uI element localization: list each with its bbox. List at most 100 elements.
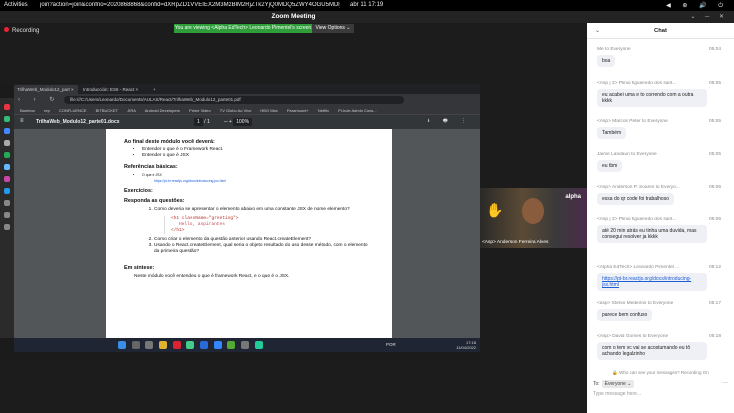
window-controls[interactable]: ⌄ ─ ✕ xyxy=(587,11,734,23)
pdf-page: Ao final deste módulo você deverá: Enten… xyxy=(106,129,392,338)
system-tray-icons[interactable]: ◀ ⊕ 🔊 ⏻ xyxy=(666,2,728,10)
menu-icon[interactable]: ≡ xyxy=(20,118,24,124)
file-explorer-icon[interactable] xyxy=(159,341,168,349)
chat-link[interactable]: https://pt-br.reactjs.org/docs/introduci… xyxy=(597,273,707,292)
bookmark-item[interactable]: Prime Video xyxy=(189,108,211,113)
chat-time: 05:06 xyxy=(708,217,721,222)
zoom-buttons[interactable]: ─ + xyxy=(224,119,232,125)
bookmark-item[interactable]: rep xyxy=(44,108,50,113)
chat-message: <Asp> David Gomes to Everyone 05:18 com o… xyxy=(597,334,721,361)
more-options-icon[interactable]: ··· xyxy=(722,380,728,386)
bookmark-item[interactable]: Bamboo xyxy=(20,108,35,113)
bookmark-item[interactable]: HBO Max xyxy=(260,108,277,113)
app-icon[interactable] xyxy=(213,341,222,349)
app-icon xyxy=(4,152,10,158)
to-label: To: xyxy=(593,381,600,387)
page-indicator: 1 / 1 xyxy=(194,118,210,126)
chat-bubble: Também xyxy=(597,127,627,140)
app-icon xyxy=(4,140,10,146)
chat-message: <Asp> Anderson P. Soares to Everyo... 05:… xyxy=(597,185,721,206)
keyboard-language[interactable]: POR xyxy=(386,342,396,347)
bookmark-item[interactable]: TV Globo Ao Vivo xyxy=(220,108,252,113)
chat-message: <Asp | 2> Plinio figueiredo dos sant... 0… xyxy=(597,217,721,244)
app-icon[interactable] xyxy=(241,341,250,349)
chat-message-meta: <Asp> David Gomes to Everyone 05:18 xyxy=(597,334,721,339)
code-block: <h1 className="greeting"> Hello, aspiran… xyxy=(164,215,374,234)
chat-time: 05:05 xyxy=(708,119,721,124)
chat-sender: <Asp> David Gomes to Everyone xyxy=(597,334,669,339)
activities-button[interactable]: Activities xyxy=(4,2,28,8)
doc-summary: Neste módulo você entendeu o que é frame… xyxy=(134,273,290,279)
page-total: / 1 xyxy=(204,119,210,125)
taskbar-clock[interactable]: 17:18 11/04/2022 xyxy=(456,340,476,350)
chat-bubble: até 20 min atrás eu tinha uma duvida, ma… xyxy=(597,225,707,244)
chat-message-meta: Jaime Landauri to Everyone 05:05 xyxy=(597,152,721,157)
chat-time: 05:05 xyxy=(708,81,721,86)
app-icon[interactable] xyxy=(172,341,181,349)
doc-heading: Em síntese: xyxy=(124,265,155,272)
shared-browser-window: TrilhaWeb_Modulo12_part × Introducción: … xyxy=(14,84,480,338)
bookmark-item[interactable]: Android Developers xyxy=(145,108,180,113)
chat-bubble: parece bem confuso xyxy=(597,309,653,322)
doc-question: Usando o React.createElement, qual seria… xyxy=(154,243,374,255)
recipient-dropdown[interactable]: Everyone ⌄ xyxy=(601,380,635,388)
chat-message: <Alpha EdTech> Leonardo Pimentel ... 05:1… xyxy=(597,265,721,292)
bookmark-item[interactable]: Netflix xyxy=(318,108,329,113)
view-options-button[interactable]: View Options ⌄ xyxy=(312,24,354,33)
bookmark-item[interactable]: Paramount+ xyxy=(287,108,309,113)
bookmark-item[interactable]: JIRA xyxy=(127,108,136,113)
zoom-level[interactable]: 100% xyxy=(233,118,253,126)
chat-time: 05:12 xyxy=(708,265,721,270)
new-tab-button[interactable]: + xyxy=(150,85,160,94)
chat-header: ⌄ Chat xyxy=(587,23,734,39)
app-icon[interactable] xyxy=(227,341,236,349)
participant-video[interactable]: ✋ alpha <Asp> Anderson Ferreira Alves xyxy=(480,188,587,248)
chat-sender: Jaime Landauri to Everyone xyxy=(597,152,657,157)
chat-message-meta: <Asp> Marcos Peter to Everyone 05:05 xyxy=(597,119,721,124)
chat-message: Jaime Landauri to Everyone 05:05 eu tbm xyxy=(597,152,721,173)
address-bar[interactable]: file:///C:/Users/Leonardo/Documents/AULA… xyxy=(64,96,404,104)
chat-bubble: eu tbm xyxy=(597,160,623,173)
chat-sender: <Alpha EdTech> Leonardo Pimentel ... xyxy=(597,265,680,270)
screen-share-banner: You are viewing <Alpha EdTech> Leonardo … xyxy=(174,24,312,33)
chat-message-meta: <Alpha EdTech> Leonardo Pimentel ... 05:1… xyxy=(597,265,721,270)
chat-time: 05:17 xyxy=(708,301,721,306)
chat-bubble: eu acabei uma e to correndo com a outra … xyxy=(597,89,707,108)
browser-icon[interactable] xyxy=(186,341,195,349)
browser-tab-react[interactable]: Introducción: ES6 - React × xyxy=(80,85,148,94)
windows-start-icon[interactable] xyxy=(118,341,126,349)
doc-question: Como deveria se apresentar o elemento ab… xyxy=(154,207,374,213)
app-icon[interactable] xyxy=(200,341,209,349)
chat-sender: <Asp | 2> Plinio figueiredo dos sant... xyxy=(597,217,677,222)
chat-message-meta: <Asp | 2> Plinio figueiredo dos sant... 0… xyxy=(597,81,721,86)
zoom-control: ─ + 100% xyxy=(224,118,253,126)
chat-message-meta: <Asp | 2> Plinio figueiredo dos sant... 0… xyxy=(597,217,721,222)
chat-sender: Me to Everyone xyxy=(597,47,631,52)
chat-message-input[interactable]: Type message here... xyxy=(591,389,730,399)
bookmark-item[interactable]: CONFLUENCE xyxy=(59,108,87,113)
chat-message-meta: <Asp> Anderson P. Soares to Everyo... 05:… xyxy=(597,185,721,190)
system-clock[interactable]: abr 11 17:19 xyxy=(350,2,383,8)
search-icon[interactable] xyxy=(131,341,140,349)
pdf-viewport[interactable]: Ao final deste módulo você deverá: Enten… xyxy=(14,129,480,338)
page-input[interactable]: 1 xyxy=(194,118,203,126)
chat-title: Chat xyxy=(654,28,667,34)
task-view-icon[interactable] xyxy=(145,341,154,349)
pdf-action-icons[interactable]: ⭳ 🖶 ⋮ xyxy=(428,118,472,126)
chat-message: Me to Everyone 05:04 boa xyxy=(597,47,721,68)
doc-reference-link[interactable]: https://pt-br.reactjs.org/docs/introduci… xyxy=(154,178,374,184)
browser-tab-strip: TrilhaWeb_Modulo12_part × Introducción: … xyxy=(14,84,480,94)
chat-message: <Asp | 2> Plinio figueiredo dos sant... 0… xyxy=(597,81,721,108)
app-icon xyxy=(4,188,10,194)
doc-heading: Referências básicas: xyxy=(124,163,178,170)
bookmark-item[interactable]: Pi-hole Admin Cons... xyxy=(338,108,376,113)
taskbar-date: 11/04/2022 xyxy=(456,345,476,350)
app-icon xyxy=(4,212,10,218)
who-can-see-notice[interactable]: 🔒 Who can see your messages? Recording O… xyxy=(587,370,734,376)
doc-heading: Ao final deste módulo você deverá: xyxy=(124,139,215,145)
app-icon[interactable] xyxy=(254,341,263,349)
bookmark-item[interactable]: BITBUCKET xyxy=(96,108,118,113)
chat-recipient: To: Everyone ⌄ xyxy=(593,380,635,388)
browser-tab-pdf[interactable]: TrilhaWeb_Modulo12_part × xyxy=(14,85,78,94)
taskbar-icons xyxy=(118,341,267,351)
